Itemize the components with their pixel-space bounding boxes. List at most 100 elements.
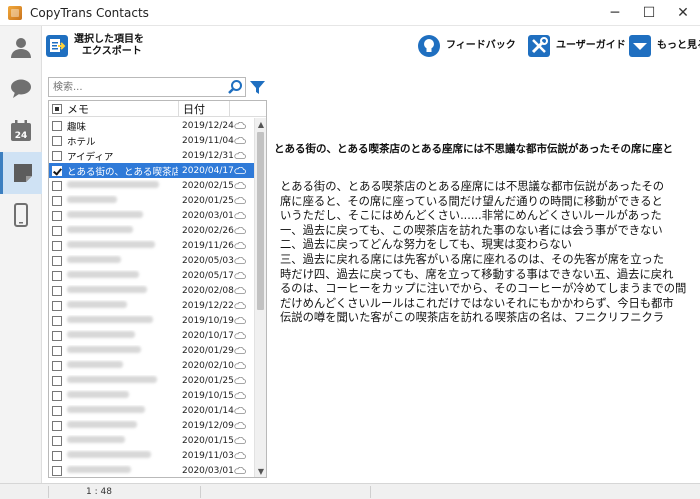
list-item[interactable]: 2020/03/01 [49, 463, 254, 477]
note-body[interactable]: とある街の、とある喫茶店のとある座席には不思議な都市伝説があったその 席に座ると… [280, 180, 692, 326]
row-sync-cell [228, 317, 252, 324]
title-bar: CopyTrans Contacts ─ ☐ ✕ [0, 0, 700, 26]
nav-notes[interactable] [0, 152, 42, 194]
list-item[interactable]: 2020/02/10 [49, 358, 254, 373]
more-label: もっと見る [657, 40, 700, 51]
list-item[interactable]: とある街の、とある喫茶店... 2020/04/17 [49, 163, 254, 178]
list-item[interactable]: 2020/01/29 [49, 343, 254, 358]
row-name-redacted [65, 255, 178, 266]
scroll-up-icon[interactable]: ▲ [255, 118, 266, 130]
list-item[interactable]: 2020/02/26 [49, 223, 254, 238]
row-sync-cell [228, 212, 252, 219]
nav-contacts[interactable] [0, 26, 42, 68]
close-button[interactable]: ✕ [666, 0, 700, 26]
calendar-day-label: 24 [15, 131, 28, 141]
cloud-icon [234, 407, 246, 414]
row-date: 2019/11/04 [182, 135, 234, 146]
row-date: 2019/11/03 [182, 450, 234, 461]
more-button[interactable]: もっと見る [629, 32, 700, 60]
navigation-rail: 24 [0, 26, 42, 483]
list-item[interactable]: 趣味 2019/12/24 [49, 118, 254, 133]
column-separator [229, 101, 230, 117]
row-checkbox[interactable] [52, 435, 62, 446]
list-item[interactable]: 2020/05/17 [49, 268, 254, 283]
filter-icon[interactable] [249, 79, 266, 96]
list-item[interactable]: 2020/01/25 [49, 373, 254, 388]
list-item[interactable]: 2019/11/03 [49, 448, 254, 463]
export-label-line1: 選択した項目を [74, 34, 144, 45]
row-check-cell [49, 375, 65, 386]
column-header-date[interactable]: 日付 [179, 101, 229, 117]
row-name-redacted [65, 240, 178, 251]
row-checkbox[interactable] [52, 255, 62, 266]
row-checkbox[interactable] [52, 390, 62, 401]
nav-device[interactable] [0, 194, 42, 236]
row-date: 2020/02/08 [182, 285, 234, 296]
list-header: メモ 日付 [49, 101, 266, 117]
row-checkbox[interactable] [52, 195, 62, 206]
redacted-text [67, 376, 157, 383]
list-scrollbar[interactable]: ▲ ▼ [254, 118, 266, 477]
row-checkbox[interactable] [52, 450, 62, 461]
nav-messages[interactable] [0, 68, 42, 110]
list-item[interactable]: 2020/01/14 [49, 403, 254, 418]
row-checkbox[interactable] [52, 225, 62, 236]
nav-calendar[interactable]: 24 [0, 110, 42, 152]
row-checkbox[interactable] [52, 180, 62, 191]
row-checkbox[interactable] [52, 330, 62, 341]
list-item[interactable]: 2019/10/15 [49, 388, 254, 403]
user-guide-button[interactable]: ユーザーガイド [528, 32, 626, 60]
export-selected-button[interactable]: 選択した項目を エクスポート [46, 32, 144, 60]
feedback-button[interactable]: フィードバック [418, 32, 516, 60]
row-sync-cell [228, 287, 252, 294]
redacted-text [67, 316, 153, 323]
search-icon[interactable] [227, 79, 243, 95]
row-checkbox[interactable] [52, 210, 62, 221]
list-item[interactable]: 2019/12/22 [49, 298, 254, 313]
list-item[interactable]: 2020/01/25 [49, 193, 254, 208]
row-checkbox[interactable] [52, 285, 62, 296]
column-header-note[interactable]: メモ [65, 101, 178, 117]
cloud-icon [234, 182, 246, 189]
row-checkbox[interactable] [52, 150, 62, 161]
row-check-cell [49, 405, 65, 416]
cloud-icon [234, 302, 246, 309]
row-checkbox[interactable] [52, 165, 62, 176]
search-input[interactable] [49, 78, 225, 96]
toolbar: 選択した項目を エクスポート フィードバック ユーザーガイド もっと見る [42, 26, 700, 66]
scroll-thumb[interactable] [257, 132, 264, 310]
row-checkbox[interactable] [52, 420, 62, 431]
row-checkbox[interactable] [52, 135, 62, 146]
redacted-text [67, 256, 121, 263]
list-item[interactable]: 2020/03/01 [49, 208, 254, 223]
list-item[interactable]: 2019/10/19 [49, 313, 254, 328]
list-item[interactable]: 2020/10/17 [49, 328, 254, 343]
list-item[interactable]: 2020/02/08 [49, 283, 254, 298]
status-separator [48, 486, 49, 498]
row-checkbox[interactable] [52, 300, 62, 311]
list-item[interactable]: 2020/01/15 [49, 433, 254, 448]
list-item[interactable]: アイディア 2019/12/31 [49, 148, 254, 163]
list-item[interactable]: 2020/02/15 [49, 178, 254, 193]
minimize-button[interactable]: ─ [598, 0, 632, 26]
row-date: 2019/12/31 [182, 150, 234, 161]
row-checkbox[interactable] [52, 405, 62, 416]
select-all-checkbox[interactable] [52, 103, 62, 114]
row-checkbox[interactable] [52, 360, 62, 371]
row-checkbox[interactable] [52, 120, 62, 131]
row-checkbox[interactable] [52, 270, 62, 281]
list-item[interactable]: 2019/11/26 [49, 238, 254, 253]
row-name-redacted [65, 375, 178, 386]
scroll-down-icon[interactable]: ▼ [255, 465, 266, 477]
row-checkbox[interactable] [52, 345, 62, 356]
row-checkbox[interactable] [52, 465, 62, 476]
row-check-cell [49, 270, 65, 281]
lightbulb-icon [418, 35, 440, 57]
list-item[interactable]: ホテル 2019/11/04 [49, 133, 254, 148]
row-checkbox[interactable] [52, 375, 62, 386]
row-checkbox[interactable] [52, 315, 62, 326]
maximize-button[interactable]: ☐ [632, 0, 666, 26]
list-item[interactable]: 2020/05/03 [49, 253, 254, 268]
row-checkbox[interactable] [52, 240, 62, 251]
list-item[interactable]: 2019/12/09 [49, 418, 254, 433]
